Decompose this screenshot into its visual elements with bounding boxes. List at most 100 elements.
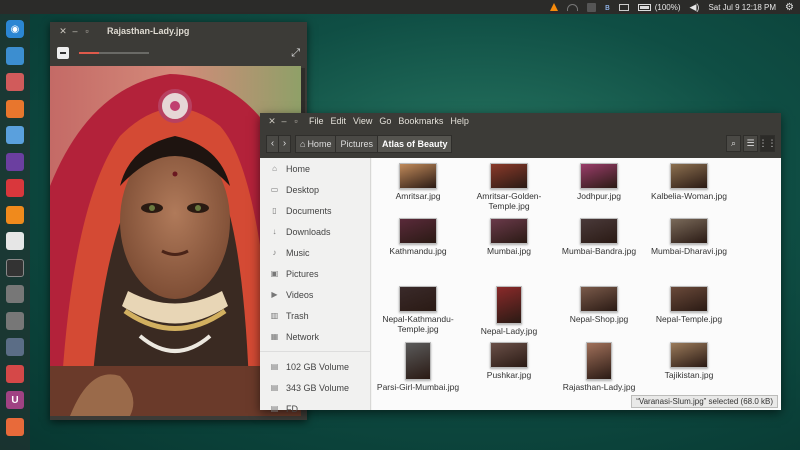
- file-name: Mumbai-Bandra.jpg: [561, 246, 637, 256]
- list-view-icon: ☰: [746, 138, 755, 148]
- file-item[interactable]: Amritsar.jpg: [374, 163, 462, 201]
- sidebar-item-fd[interactable]: ▤ FD: [260, 398, 370, 419]
- zoom-out-button[interactable]: [57, 47, 69, 59]
- disk-icon[interactable]: [6, 311, 24, 330]
- grid-view-button[interactable]: ⋮⋮: [759, 135, 777, 152]
- file-item[interactable]: Kalbelia-Woman.jpg: [645, 163, 733, 201]
- menu-file[interactable]: File: [309, 116, 324, 126]
- image-thumbnail: [670, 286, 708, 312]
- image-thumbnail: [399, 163, 437, 189]
- fullscreen-icon[interactable]: ⤢: [291, 47, 300, 60]
- sidebar-item-music[interactable]: ♪ Music: [260, 242, 370, 263]
- file-manager-menubar: ✕ – ▫ File Edit View Go Bookmarks Help: [260, 113, 781, 129]
- viewer-titlebar: ✕ – ▫ Rajasthan-Lady.jpg: [50, 22, 307, 40]
- sidebar-item-videos[interactable]: ▶ Videos: [260, 284, 370, 305]
- menu-bookmarks[interactable]: Bookmarks: [398, 116, 443, 126]
- menu-help[interactable]: Help: [450, 116, 469, 126]
- viewer-title: Rajasthan-Lady.jpg: [107, 26, 190, 36]
- launcher: ◉ U: [0, 14, 30, 450]
- search-icon: ⌕: [730, 138, 737, 148]
- file-item[interactable]: Pushkar.jpg: [465, 342, 553, 380]
- vlc-icon[interactable]: [6, 205, 24, 224]
- menu-go[interactable]: Go: [379, 116, 391, 126]
- dice-app-icon[interactable]: [6, 179, 24, 197]
- maximize-icon[interactable]: ▫: [81, 26, 93, 36]
- menu-view[interactable]: View: [353, 116, 372, 126]
- sidebar-item-documents[interactable]: ▯ Documents: [260, 200, 370, 221]
- sidebar-divider: [260, 351, 370, 352]
- file-item[interactable]: Jodhpur.jpg: [555, 163, 643, 201]
- chevron-left-icon: ‹: [270, 138, 275, 149]
- mail-icon[interactable]: [618, 3, 629, 11]
- breadcrumb-atlas-of-beauty[interactable]: Atlas of Beauty: [376, 134, 453, 153]
- app-indicator-icon[interactable]: [586, 2, 596, 12]
- file-item[interactable]: Mumbai.jpg: [465, 218, 553, 256]
- file-item[interactable]: Mumbai-Dharavi.jpg: [645, 218, 733, 256]
- documents-icon: ▯: [272, 206, 277, 215]
- list-view-button[interactable]: ☰: [743, 135, 758, 152]
- file-item[interactable]: Nepal-Kathmandu-Temple.jpg: [374, 286, 462, 334]
- battery-icon[interactable]: [637, 3, 651, 11]
- file-item[interactable]: Rajasthan-Lady.jpg: [555, 342, 643, 392]
- file-item[interactable]: Nepal-Lady.jpg: [465, 286, 553, 336]
- minimize-icon[interactable]: –: [69, 26, 81, 36]
- sidebar-item-network[interactable]: ▦ Network: [260, 326, 370, 347]
- breadcrumb-pictures[interactable]: Pictures: [335, 134, 378, 153]
- file-item[interactable]: Nepal-Shop.jpg: [555, 286, 643, 324]
- breadcrumb-home[interactable]: ⌂ Home: [295, 134, 337, 153]
- chromium-icon[interactable]: [6, 126, 24, 144]
- file-item[interactable]: Kathmandu.jpg: [374, 218, 462, 256]
- gear-icon[interactable]: ⚙: [785, 2, 794, 13]
- terminal-icon[interactable]: [6, 258, 24, 277]
- menu-edit[interactable]: Edit: [331, 116, 347, 126]
- file-name: Mumbai-Dharavi.jpg: [650, 246, 728, 256]
- image-thumbnail: [580, 218, 618, 244]
- search-button[interactable]: ⌕: [726, 135, 741, 152]
- file-name: Nepal-Shop.jpg: [569, 314, 629, 324]
- files-icon[interactable]: [6, 46, 24, 65]
- disk-icon[interactable]: [6, 285, 24, 303]
- close-icon[interactable]: ✕: [266, 116, 278, 127]
- file-item[interactable]: Mumbai-Bandra.jpg: [555, 218, 643, 256]
- file-name: Amritsar-Golden-Temple.jpg: [476, 191, 542, 211]
- ubuntu-one-icon[interactable]: U: [6, 391, 24, 409]
- image-thumbnail: [670, 163, 708, 189]
- sidebar-item-102-gb-volume[interactable]: ▤ 102 GB Volume: [260, 356, 370, 377]
- file-item[interactable]: Amritsar-Golden-Temple.jpg: [465, 163, 553, 211]
- vlc-indicator-icon[interactable]: [549, 3, 558, 11]
- image-thumbnail: [490, 342, 528, 368]
- file-name: Nepal-Lady.jpg: [480, 326, 538, 336]
- sidebar-item-label: 343 GB Volume: [286, 382, 350, 393]
- forward-button[interactable]: ›: [278, 134, 291, 153]
- maximize-icon[interactable]: ▫: [290, 116, 302, 126]
- sidebar-item-343-gb-volume[interactable]: ▤ 343 GB Volume: [260, 377, 370, 398]
- ubuntu-dash-icon[interactable]: ◉: [6, 20, 24, 38]
- sidebar-item-trash[interactable]: ▥ Trash: [260, 305, 370, 326]
- tor-browser-icon[interactable]: [6, 152, 24, 171]
- firefox-icon[interactable]: [6, 99, 24, 118]
- minimize-icon[interactable]: –: [278, 116, 290, 126]
- system-settings-icon[interactable]: [6, 417, 24, 436]
- text-editor-icon[interactable]: [6, 232, 24, 250]
- document-viewer-icon[interactable]: [6, 364, 24, 383]
- archive-manager-icon[interactable]: [6, 73, 24, 91]
- clock[interactable]: Sat Jul 9 12:18 PM: [708, 3, 776, 12]
- image-thumbnail: [405, 342, 431, 380]
- sidebar-item-downloads[interactable]: ↓ Downloads: [260, 221, 370, 242]
- file-name: Nepal-Kathmandu-Temple.jpg: [382, 314, 454, 334]
- close-icon[interactable]: ✕: [57, 26, 69, 37]
- file-item[interactable]: Parsi-Girl-Mumbai.jpg: [374, 342, 462, 392]
- sidebar-item-desktop[interactable]: ▭ Desktop: [260, 179, 370, 200]
- sidebar-item-pictures[interactable]: ▣ Pictures: [260, 263, 370, 284]
- file-item[interactable]: Tajikistan.jpg: [645, 342, 733, 380]
- file-item[interactable]: Nepal-Temple.jpg: [645, 286, 733, 324]
- image-thumbnail: [586, 342, 612, 380]
- network-icon: ▦: [270, 332, 279, 341]
- sidebar-item-home[interactable]: ⌂ Home: [260, 158, 370, 179]
- wifi-icon[interactable]: [566, 3, 578, 11]
- bluetooth-icon[interactable]: ʙ: [605, 2, 610, 12]
- drive-icon[interactable]: [6, 338, 24, 356]
- volume-icon[interactable]: ◀): [690, 2, 700, 13]
- zoom-slider[interactable]: [79, 52, 149, 54]
- launcher-glyph: ◉: [10, 23, 20, 35]
